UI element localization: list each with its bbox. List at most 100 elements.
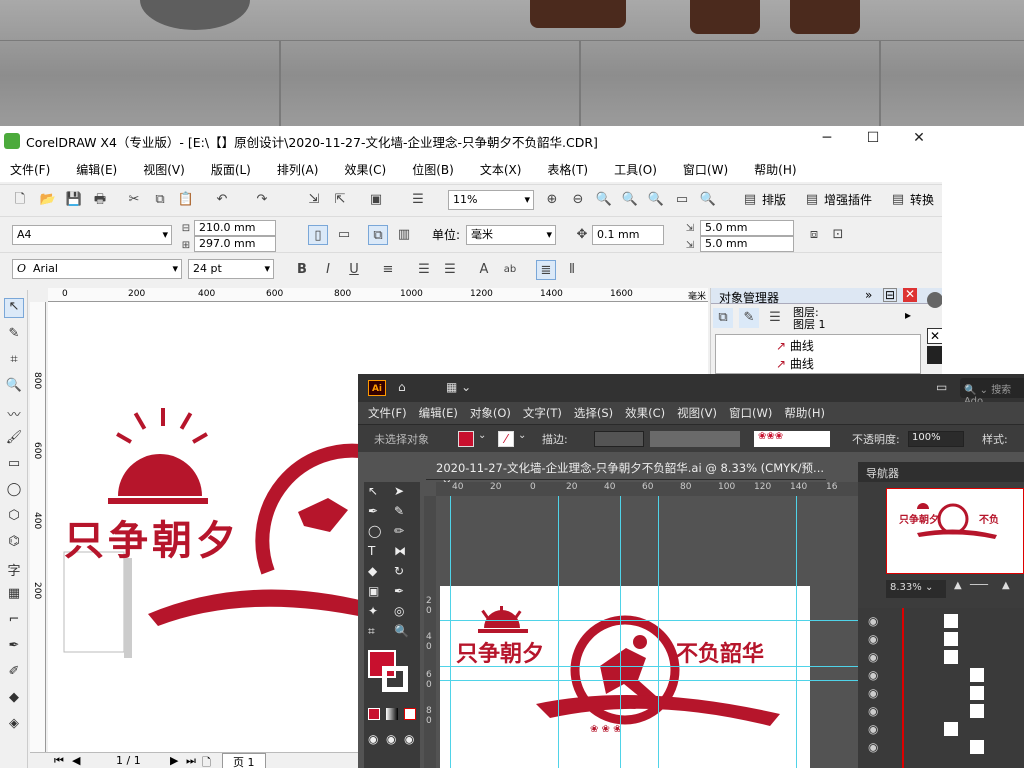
convert-icon[interactable]: ▤	[888, 190, 908, 210]
all-pages-icon[interactable]: ⧉	[368, 225, 388, 245]
visibility-eye-icon[interactable]: ◉	[868, 650, 878, 664]
page-tab[interactable]: 页 1	[222, 753, 266, 768]
stroke-swatch[interactable]: ⁄	[498, 431, 514, 447]
zoom-width-icon[interactable]: ▭	[672, 190, 692, 210]
menu-effects[interactable]: 效果(C)	[344, 161, 386, 178]
workspace-icon[interactable]: ▦ ⌄	[446, 380, 471, 394]
ai-menu-file[interactable]: 文件(F)	[368, 405, 407, 421]
table-tool-icon[interactable]: ▦	[4, 586, 24, 606]
stroke-weight-field[interactable]	[594, 431, 644, 447]
guide-line[interactable]	[796, 496, 797, 768]
font-size-select[interactable]: 24 pt ▾	[188, 259, 274, 279]
guide-line[interactable]	[450, 496, 451, 768]
text-tool-icon[interactable]: 字	[4, 560, 24, 580]
ellipse-tool-icon[interactable]: ◯	[368, 524, 381, 538]
guide-line[interactable]	[620, 496, 621, 768]
first-page-icon[interactable]: ⏮	[54, 754, 64, 768]
rectangle-tool-icon[interactable]: ▭	[4, 456, 24, 476]
zoom-selected-icon[interactable]: 🔍	[594, 190, 614, 210]
fill-tool-icon[interactable]: ◆	[4, 690, 24, 710]
font-select[interactable]: O Arial ▾	[12, 259, 182, 279]
units-select[interactable]: 毫米 ▾	[466, 225, 556, 245]
direct-selection-icon[interactable]: ➤	[394, 484, 404, 498]
ai-menu-window[interactable]: 窗口(W)	[729, 405, 772, 421]
fill-dropdown-icon[interactable]: ⌄	[478, 430, 486, 441]
reflect-tool-icon[interactable]: ⧓	[394, 544, 406, 558]
brush-preview[interactable]: ❀❀❀	[754, 431, 830, 447]
zoom-all-icon[interactable]: 🔍	[620, 190, 640, 210]
next-page-icon[interactable]: ▶	[170, 754, 178, 767]
menu-table[interactable]: 表格(T)	[547, 161, 588, 178]
color-mode-icon[interactable]	[368, 708, 380, 720]
undo-icon[interactable]: ↶	[212, 190, 232, 210]
save-icon[interactable]: 💾	[64, 190, 84, 210]
zoom-tool-icon[interactable]: 🔍	[4, 378, 24, 398]
layer-manager-icon[interactable]: ☰	[765, 308, 785, 328]
warp-tool-icon[interactable]: ↻	[394, 564, 404, 578]
new-icon[interactable]: 🗋	[10, 190, 30, 210]
menu-arrange[interactable]: 排列(A)	[277, 161, 319, 178]
portrait-icon[interactable]: ▯	[308, 225, 328, 245]
none-mode-icon[interactable]	[404, 708, 416, 720]
visibility-eye-icon[interactable]: ◉	[868, 614, 878, 628]
ai-artboard[interactable]: ❀ ❀ ❀ 只争朝夕 不负韶华	[440, 586, 810, 768]
copy-icon[interactable]: ⧉	[150, 190, 170, 210]
visibility-eye-icon[interactable]: ◉	[868, 668, 878, 682]
menu-window[interactable]: 窗口(W)	[683, 161, 728, 178]
ellipse-tool-icon[interactable]: ◯	[4, 482, 24, 502]
guide-line[interactable]	[440, 620, 858, 621]
vertical-text-icon[interactable]: ⦀	[562, 260, 582, 280]
minimize-panel-icon[interactable]: ⊟	[883, 288, 897, 302]
no-fill-swatch[interactable]: ✕	[927, 328, 942, 344]
zoom-tool-icon[interactable]: 🔍	[394, 624, 409, 638]
paste-icon[interactable]: 📋	[176, 190, 196, 210]
list-item[interactable]: ↗ 曲线	[776, 355, 814, 372]
black-swatch[interactable]	[927, 346, 942, 364]
menu-file[interactable]: 文件(F)	[10, 161, 50, 178]
guide-line[interactable]	[558, 496, 559, 768]
ai-menu-effect[interactable]: 效果(C)	[625, 405, 665, 421]
expand-icon[interactable]: »	[865, 288, 872, 302]
page-size-select[interactable]: A4 ▾	[12, 225, 172, 245]
landscape-icon[interactable]: ▭	[334, 225, 354, 245]
menu-layout[interactable]: 版面(L)	[211, 161, 251, 178]
zoom-height-icon[interactable]: 🔍	[698, 190, 718, 210]
fill-swatch[interactable]	[458, 431, 474, 447]
stroke-dropdown-icon[interactable]: ⌄	[518, 430, 526, 441]
navigator-thumbnail[interactable]: 只争朝夕 不负	[886, 488, 1024, 574]
duplicate-x-field[interactable]: 5.0 mm	[700, 220, 794, 236]
prev-page-icon[interactable]: ◀	[72, 754, 80, 767]
layout-plugin-icon[interactable]: ▤	[740, 190, 760, 210]
enhance-plugin-icon[interactable]: ▤	[802, 190, 822, 210]
menu-edit[interactable]: 编辑(E)	[76, 161, 117, 178]
arrange-icon[interactable]: ▭	[936, 380, 947, 394]
welcome-icon[interactable]: ☰	[408, 190, 428, 210]
outline-tool-icon[interactable]: ✐	[4, 664, 24, 684]
last-page-icon[interactable]: ⏭	[186, 754, 196, 768]
eyedropper-tool-icon[interactable]: ✒	[394, 584, 404, 598]
edit-text-icon[interactable]: ab	[500, 260, 520, 280]
interactive-fill-icon[interactable]: ◈	[4, 716, 24, 736]
horizontal-text-icon[interactable]: ≣	[536, 260, 556, 280]
polygon-tool-icon[interactable]: ⬡	[4, 508, 24, 528]
ai-menu-edit[interactable]: 编辑(E)	[419, 405, 458, 421]
draw-inside-icon[interactable]: ◉	[404, 732, 414, 746]
smart-fill-icon[interactable]: 🖌	[4, 430, 24, 450]
blend-tool-icon[interactable]: ◎	[394, 604, 404, 618]
zoom-select[interactable]: 11% ▾	[448, 190, 534, 210]
visibility-eye-icon[interactable]: ◉	[868, 704, 878, 718]
add-page-icon[interactable]: 🗋	[202, 754, 211, 768]
layer-thumbnail[interactable]	[944, 722, 958, 736]
layer-thumbnail[interactable]	[944, 632, 958, 646]
zoom-page-icon[interactable]: 🔍	[646, 190, 666, 210]
shape-tool-icon[interactable]: ✎	[4, 326, 24, 346]
character-format-icon[interactable]: A	[474, 260, 494, 280]
ai-menu-object[interactable]: 对象(O)	[470, 405, 511, 421]
cut-icon[interactable]: ✂	[124, 190, 144, 210]
menu-tools[interactable]: 工具(O)	[614, 161, 657, 178]
freehand-tool-icon[interactable]: 〰	[4, 404, 24, 424]
pen-tool-icon[interactable]: ✒	[368, 504, 378, 518]
dimension-tool-icon[interactable]: ⌐	[4, 612, 24, 632]
gradient-mode-icon[interactable]	[386, 708, 398, 720]
close-panel-icon[interactable]: ✕	[903, 288, 917, 302]
